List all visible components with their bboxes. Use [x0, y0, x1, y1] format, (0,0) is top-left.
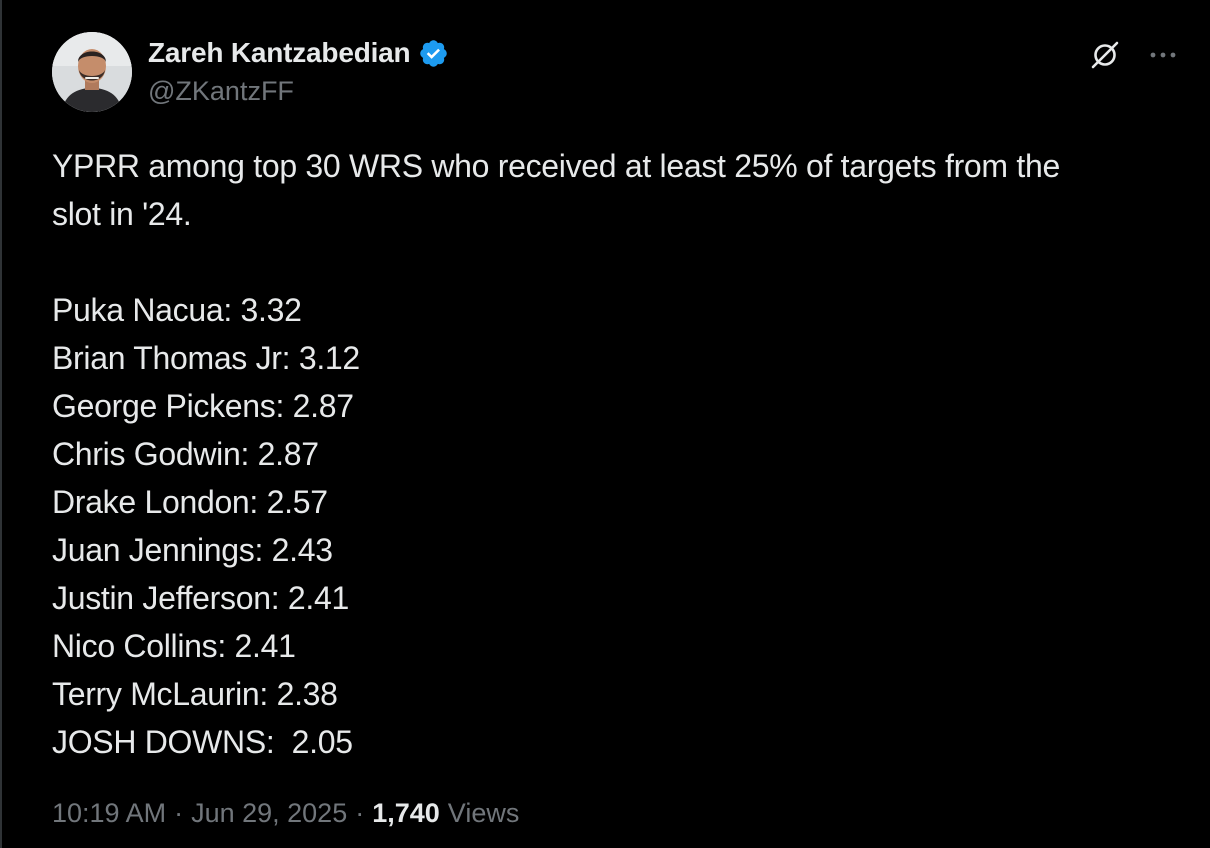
tweet-intro-line: slot in '24.	[52, 196, 192, 232]
player-stat-line: Justin Jefferson: 2.41	[52, 580, 349, 616]
player-stat-line: George Pickens: 2.87	[52, 388, 354, 424]
author-display-name[interactable]: Zareh Kantzabedian	[148, 37, 411, 69]
player-stat-line: Terry McLaurin: 2.38	[52, 676, 338, 712]
verified-badge-icon[interactable]	[418, 38, 449, 69]
tweet-metadata: 10:19 AM · Jun 29, 2025 · 1,740 Views	[52, 798, 519, 829]
avatar[interactable]	[52, 32, 132, 112]
more-horizontal-icon[interactable]	[1144, 36, 1182, 74]
player-stat-line: Drake London: 2.57	[52, 484, 328, 520]
author-name-row: Zareh Kantzabedian	[148, 36, 449, 70]
views-label: Views	[447, 798, 520, 828]
tweet-date[interactable]: Jun 29, 2025	[191, 798, 347, 829]
tweet-intro-line: YPRR among top 30 WRS who received at le…	[52, 148, 1060, 184]
player-stat-line: JOSH DOWNS: 2.05	[52, 724, 353, 760]
player-stat-line: Puka Nacua: 3.32	[52, 292, 302, 328]
meta-separator: ·	[355, 798, 365, 828]
author-handle[interactable]: @ZKantzFF	[148, 76, 294, 107]
tweet-timestamp[interactable]: 10:19 AM	[52, 798, 166, 829]
player-stat-line: Brian Thomas Jr: 3.12	[52, 340, 360, 376]
meta-separator: ·	[174, 798, 184, 828]
avatar-photo	[52, 32, 132, 112]
timeline-border	[0, 0, 2, 848]
tweet-header: Zareh Kantzabedian @ZKantzFF	[52, 32, 1182, 112]
views-count[interactable]: 1,740	[372, 798, 440, 829]
player-stat-line: Juan Jennings: 2.43	[52, 532, 333, 568]
tweet-text: YPRR among top 30 WRS who received at le…	[52, 142, 1182, 766]
player-stat-line: Chris Godwin: 2.87	[52, 436, 319, 472]
player-stat-line: Nico Collins: 2.41	[52, 628, 296, 664]
grok-icon[interactable]	[1086, 36, 1124, 74]
